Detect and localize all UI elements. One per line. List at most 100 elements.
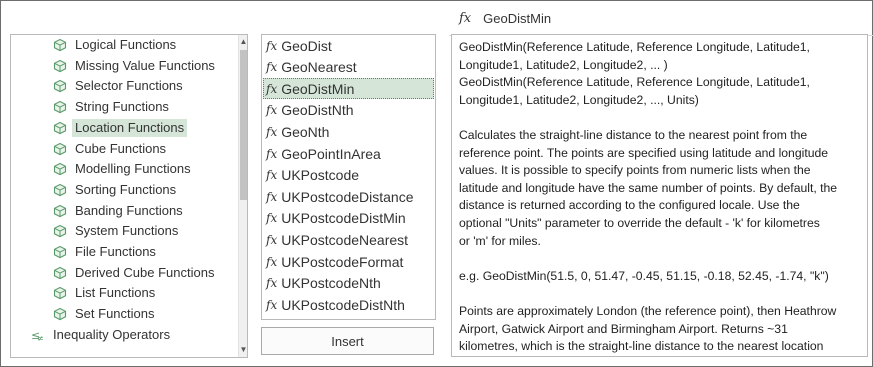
tree-item[interactable]: Missing Value Functions [53, 56, 218, 76]
tree-item[interactable]: String Functions [53, 97, 172, 117]
cube-icon [53, 100, 67, 114]
cube-icon [53, 266, 67, 280]
tree-item-label: Set Functions [75, 306, 155, 322]
cube-icon [53, 245, 67, 259]
tree-item-label: Location Functions [72, 118, 188, 137]
function-list[interactable]: fx GeoDist fx GeoNearest fx GeoDistMin fx GeoDi… [261, 34, 436, 320]
fx-icon: fx [266, 232, 278, 247]
description-line: reference point. The points are specifie… [459, 145, 829, 160]
tree-item-label: Cube Functions [75, 140, 167, 156]
tree-item[interactable]: Banding Functions [53, 201, 186, 221]
fx-icon: fx [266, 124, 278, 139]
cube-icon [53, 142, 67, 156]
cube-icon [53, 79, 67, 93]
function-list-item[interactable]: fx UKPostcodeFormat [263, 251, 434, 272]
note-line: Points are approximately London (the ref… [459, 303, 837, 318]
function-list-item[interactable]: fx UKPostcodeNearest [263, 229, 434, 250]
fx-icon: fx [266, 254, 278, 269]
tree-item[interactable]: Set Functions [53, 304, 158, 324]
tree-item-label: Inequality Operators [53, 326, 171, 342]
function-list-item[interactable]: fx GeoNearest [263, 57, 434, 78]
tree-item[interactable]: Selector Functions [53, 76, 186, 96]
function-list-item[interactable]: fx UKPostcodeNth [263, 273, 434, 294]
function-name: UKPostcodeNearest [281, 231, 409, 248]
function-name: GeoNth [281, 123, 330, 140]
description-line: or 'm' for miles. [459, 233, 541, 248]
function-list-item[interactable]: fx UKPostcodeDistNth [263, 294, 434, 315]
function-list-item[interactable]: fx GeoPointInArea [263, 143, 434, 164]
fx-icon: fx [266, 103, 278, 118]
function-name: GeoDistNth [281, 102, 354, 119]
tree-item-label: System Functions [75, 223, 179, 239]
syntax-line: Longitude1, Latitude2, Longitude2, ..., … [459, 92, 699, 107]
tree-item-label: Missing Value Functions [75, 57, 215, 73]
fx-icon: fx [266, 297, 278, 312]
fx-icon: fx [459, 10, 472, 26]
tree-item[interactable]: Logical Functions [53, 35, 179, 55]
syntax-line: GeoDistMin(Reference Latitude, Reference… [459, 75, 810, 90]
function-list-item[interactable]: fx UKPostcodeDistance [263, 186, 434, 207]
tree-item-label: Derived Cube Functions [75, 264, 215, 280]
selected-function-title: GeoDistMin [483, 10, 552, 26]
description-line: distance is returned according to the co… [459, 198, 800, 213]
function-name: GeoPointInArea [281, 145, 381, 162]
tree-item[interactable]: File Functions [53, 242, 159, 262]
tree-item[interactable]: System Functions [53, 221, 181, 241]
tree-item[interactable]: List Functions [53, 283, 158, 303]
cube-icon [53, 59, 67, 73]
function-list-item[interactable]: fx UKPostcodeDistMin [263, 208, 434, 229]
note-line: (Heathrow Airport) from the London refer… [459, 356, 861, 357]
function-name: GeoDistMin [281, 80, 355, 97]
cube-icon [53, 224, 67, 238]
fx-icon: fx [266, 60, 278, 75]
tree-item[interactable]: ≤ ≠ Inequality Operators [31, 325, 173, 345]
function-name: UKPostcodeDistance [281, 188, 414, 205]
description-line: optional "Units" parameter to override t… [459, 215, 820, 230]
tree-item[interactable]: Sorting Functions [53, 180, 179, 200]
function-name: UKPostcodeFormat [281, 253, 404, 270]
fx-icon: fx [266, 146, 278, 161]
cube-icon [53, 183, 67, 197]
tree-item[interactable]: Derived Cube Functions [53, 263, 217, 283]
description-line: values. It is possible to specify points… [459, 163, 811, 178]
function-list-item[interactable]: fx GeoDist [263, 35, 434, 56]
tree-item-label: Logical Functions [75, 37, 177, 52]
tree-item-label: Sorting Functions [75, 181, 177, 197]
tree-item[interactable]: Cube Functions [53, 139, 169, 159]
function-list-item[interactable]: fx GeoDistNth [263, 100, 434, 121]
cube-icon [53, 204, 67, 218]
insert-button[interactable]: Insert [261, 327, 434, 355]
example-text: e.g. GeoDistMin(51.5, 0, 51.47, -0.45, 5… [459, 268, 829, 283]
fx-icon: fx [266, 81, 278, 96]
function-description: GeoDistMin(Reference Latitude, Reference… [451, 34, 868, 357]
scrollbar-thumb[interactable] [240, 50, 247, 200]
tree-item-label: File Functions [75, 244, 156, 259]
tree-item-label: String Functions [75, 99, 169, 115]
note-line: kilometres, which is the straight-line d… [459, 339, 824, 354]
tree-item[interactable]: Location Functions [53, 118, 188, 138]
function-browser-window: fx GeoDistMin Logical Functions Missing V… [0, 0, 873, 367]
category-tree[interactable]: Logical Functions Missing Value Functions… [10, 34, 248, 358]
description-line: latitude and longitude have the same num… [459, 180, 838, 195]
description-line: Calculates the straight-line distance to… [459, 127, 808, 142]
tree-item-label: List Functions [75, 285, 156, 301]
operators-icon: ≤ ≠ [31, 328, 45, 343]
scroll-up-arrow-icon[interactable]: ▲ [239, 35, 247, 49]
cube-icon [53, 121, 67, 135]
tree-item-label: Selector Functions [75, 78, 183, 94]
fx-icon: fx [266, 189, 278, 204]
tree-item[interactable]: Modelling Functions [53, 159, 194, 179]
function-name: GeoDist [281, 37, 332, 54]
function-list-item[interactable]: fx GeoNth [263, 121, 434, 142]
scroll-down-arrow-icon[interactable]: ▼ [239, 343, 247, 357]
tree-scrollbar[interactable]: ▲ ▼ [238, 35, 247, 357]
note-line: Airport, Gatwick Airport and Birmingham … [459, 321, 788, 336]
function-name: UKPostcode [281, 167, 360, 184]
cube-icon [53, 307, 67, 321]
fx-icon: fx [266, 168, 278, 183]
tree-item-label: Banding Functions [75, 202, 183, 218]
cube-icon [53, 286, 67, 300]
function-list-item[interactable]: fx UKPostcode [263, 165, 434, 186]
fx-icon: fx [266, 276, 278, 291]
function-list-item[interactable]: fx GeoDistMin [263, 78, 434, 100]
